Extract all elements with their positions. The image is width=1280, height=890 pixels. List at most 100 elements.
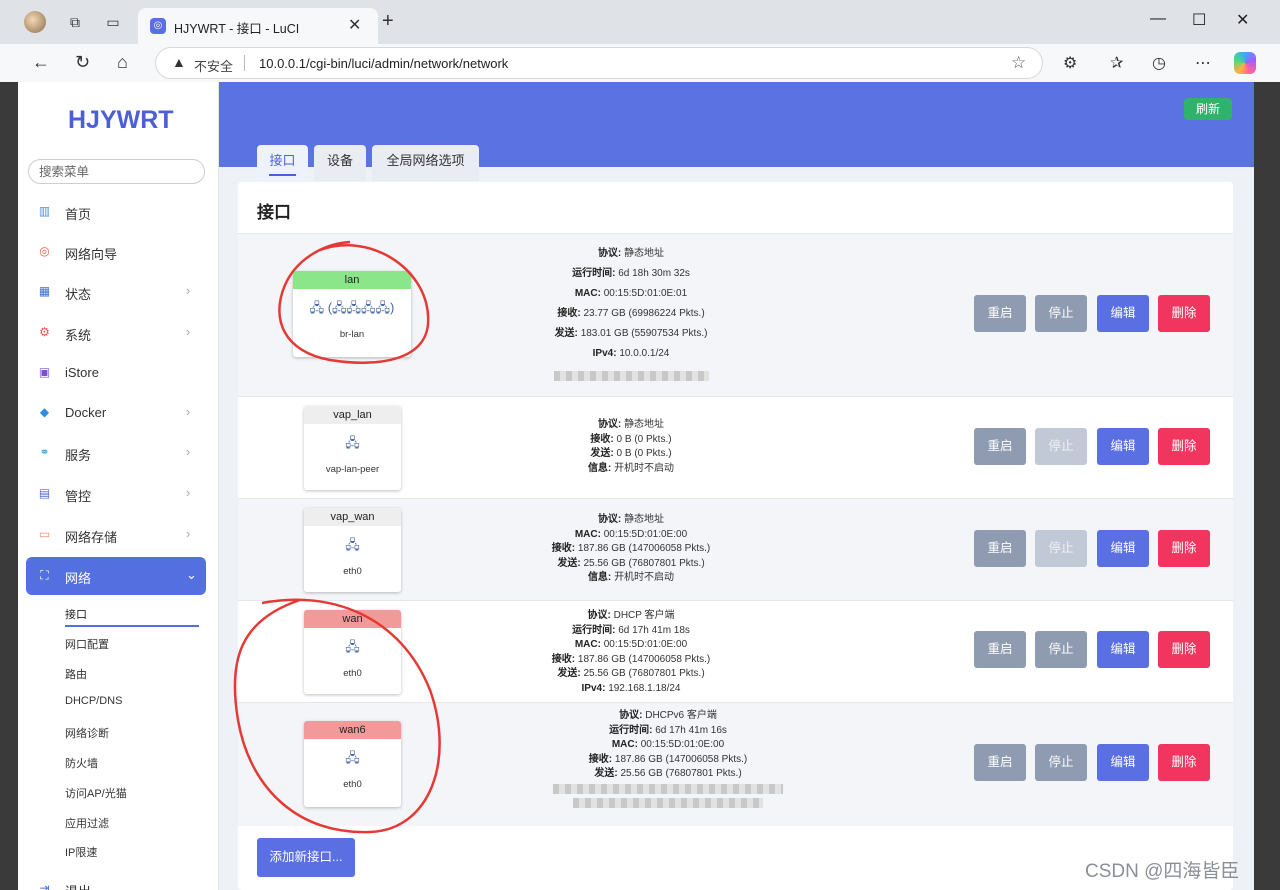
store-icon: ▣ bbox=[38, 365, 51, 379]
sidebar-item-9[interactable]: ⛶ 网络 ⌄ bbox=[26, 557, 206, 595]
brand-logo[interactable]: HJYWRT bbox=[68, 106, 174, 135]
insecure-label[interactable]: 不安全 bbox=[194, 56, 233, 75]
stop-button[interactable]: 停止 bbox=[1035, 631, 1087, 668]
docker-icon: ◆ bbox=[39, 405, 50, 419]
profile-avatar[interactable] bbox=[24, 11, 46, 33]
delete-button[interactable]: 删除 bbox=[1158, 530, 1210, 567]
stop-button[interactable]: 停止 bbox=[1035, 530, 1087, 567]
info-line: 发送: 0 B (0 Pkts.) bbox=[590, 448, 672, 459]
delete-button[interactable]: 删除 bbox=[1158, 295, 1210, 332]
info-line: 协议: 静态地址 bbox=[597, 514, 665, 525]
service-icon: ⚭ bbox=[39, 445, 50, 459]
minimize-icon[interactable]: — bbox=[1150, 10, 1166, 28]
stop-button[interactable]: 停止 bbox=[1035, 744, 1087, 781]
info-line: 接收: 187.86 GB (147006058 Pkts.) bbox=[588, 753, 748, 765]
sidebar-item-0[interactable]: ▥ 首页 bbox=[26, 193, 206, 231]
refresh-button[interactable]: 刷新 bbox=[1184, 98, 1232, 120]
restart-button[interactable]: 重启 bbox=[974, 530, 1026, 567]
edit-button[interactable]: 编辑 bbox=[1097, 744, 1149, 781]
stop-button[interactable]: 停止 bbox=[1035, 428, 1087, 465]
sidebar-item-label: 状态 bbox=[65, 287, 92, 302]
edit-button[interactable]: 编辑 bbox=[1097, 428, 1149, 465]
sidebar-item-8[interactable]: ▭ 网络存储 › bbox=[26, 516, 206, 554]
sidebar-item-label: 网络存储 bbox=[65, 530, 118, 545]
delete-button[interactable]: 删除 bbox=[1158, 428, 1210, 465]
sub-item-0[interactable]: 接口 bbox=[65, 606, 87, 622]
sidebar-item-3[interactable]: ⚙ 系统 › bbox=[26, 314, 206, 352]
interface-name: lan bbox=[293, 271, 411, 289]
edit-button[interactable]: 编辑 bbox=[1097, 295, 1149, 332]
sub-item-8[interactable]: IP限速 bbox=[65, 844, 97, 860]
url-field[interactable]: ▲ 不安全 10.0.0.1/cgi-bin/luci/admin/networ… bbox=[155, 47, 1043, 79]
interface-badge[interactable]: vap_wan 🖧 eth0 bbox=[304, 508, 401, 592]
sidebar-item-5[interactable]: ◆ Docker › bbox=[26, 394, 206, 432]
sidebar-item-6[interactable]: ⚭ 服务 › bbox=[26, 434, 206, 472]
interface-badge[interactable]: lan 🖧 (🖧🖧🖧🖧) br-lan bbox=[293, 271, 411, 357]
tab-close-icon[interactable]: ✕ bbox=[348, 15, 361, 35]
warning-icon[interactable]: ▲ bbox=[172, 54, 186, 70]
tab-interfaces[interactable]: 接口 bbox=[257, 145, 308, 181]
workspaces-icon[interactable]: ⧉ bbox=[66, 13, 84, 31]
favorite-star-icon[interactable]: ☆ bbox=[1011, 53, 1026, 73]
url-text[interactable]: 10.0.0.1/cgi-bin/luci/admin/network/netw… bbox=[259, 56, 508, 71]
reload-icon[interactable]: ↻ bbox=[75, 52, 90, 73]
maximize-icon[interactable]: ☐ bbox=[1192, 10, 1206, 30]
table-row: wan 🖧 eth0 协议: DHCP 客户端 运行时间: 6d 17h 41m … bbox=[238, 600, 1233, 702]
sidebar-item-label: Docker bbox=[65, 405, 107, 420]
section-title: 接口 bbox=[257, 203, 291, 222]
interface-badge[interactable]: wan6 🖧 eth0 bbox=[304, 721, 401, 807]
interface-name: wan bbox=[304, 610, 401, 628]
restart-button[interactable]: 重启 bbox=[974, 295, 1026, 332]
interface-device: br-lan bbox=[339, 329, 365, 340]
window-close-icon[interactable]: ✕ bbox=[1236, 10, 1249, 30]
stop-button[interactable]: 停止 bbox=[1035, 295, 1087, 332]
sidebar-item-logout[interactable]: ⇥ 退出 bbox=[26, 870, 206, 890]
interface-info: 协议: 静态地址 运行时间: 6d 18h 30m 32s MAC: 00:15:5… bbox=[501, 244, 761, 387]
menu-search-input[interactable] bbox=[28, 159, 205, 184]
sub-item-5[interactable]: 防火墙 bbox=[65, 755, 98, 771]
extensions-icon[interactable]: ⚙ bbox=[1063, 53, 1077, 73]
edit-button[interactable]: 编辑 bbox=[1097, 631, 1149, 668]
home-icon[interactable]: ⌂ bbox=[117, 52, 128, 73]
sidebar-item-2[interactable]: ▦ 状态 › bbox=[26, 273, 206, 311]
delete-button[interactable]: 删除 bbox=[1158, 631, 1210, 668]
copilot-icon[interactable] bbox=[1234, 52, 1256, 74]
browser-tab-active[interactable]: ◎ HJYWRT - 接口 - LuCI ✕ bbox=[138, 8, 378, 44]
sub-item-3[interactable]: DHCP/DNS bbox=[65, 695, 122, 707]
active-sub-underline bbox=[65, 625, 199, 627]
tab-devices[interactable]: 设备 bbox=[314, 145, 366, 181]
history-icon[interactable]: ◷ bbox=[1152, 53, 1166, 73]
info-line: 发送: 25.56 GB (76807801 Pkts.) bbox=[594, 768, 742, 779]
new-tab-button[interactable]: + bbox=[382, 10, 394, 33]
more-menu-icon[interactable]: ⋯ bbox=[1195, 53, 1211, 73]
sidebar-item-1[interactable]: ◎ 网络向导 bbox=[26, 233, 206, 271]
tab-actions-icon[interactable]: ▭ bbox=[104, 13, 122, 31]
browser-address-bar: ← ↻ ⌂ ▲ 不安全 10.0.0.1/cgi-bin/luci/admin/… bbox=[0, 44, 1280, 82]
edit-button[interactable]: 编辑 bbox=[1097, 530, 1149, 567]
add-interface-button[interactable]: 添加新接口... bbox=[257, 838, 355, 877]
sub-item-1[interactable]: 网口配置 bbox=[65, 636, 109, 652]
sidebar-item-4[interactable]: ▣ iStore bbox=[26, 354, 206, 392]
restart-button[interactable]: 重启 bbox=[974, 631, 1026, 668]
control-icon: ▤ bbox=[38, 486, 51, 500]
info-line: IPv4: 192.168.1.18/24 bbox=[581, 682, 681, 694]
sub-item-6[interactable]: 访问AP/光猫 bbox=[65, 785, 127, 801]
restart-button[interactable]: 重启 bbox=[974, 428, 1026, 465]
info-line: 运行时间: 6d 18h 30m 32s bbox=[572, 268, 690, 279]
delete-button[interactable]: 删除 bbox=[1158, 744, 1210, 781]
interface-device: eth0 bbox=[343, 566, 362, 577]
sub-item-2[interactable]: 路由 bbox=[65, 666, 87, 682]
sidebar-item-label: 退出 bbox=[65, 881, 91, 890]
sub-item-4[interactable]: 网络诊断 bbox=[65, 725, 109, 741]
sidebar-item-7[interactable]: ▤ 管控 › bbox=[26, 475, 206, 513]
info-line: 接收: 187.86 GB (147006058 Pkts.) bbox=[551, 653, 711, 665]
tab-global-options[interactable]: 全局网络选项 bbox=[372, 145, 479, 181]
interface-badge[interactable]: wan 🖧 eth0 bbox=[304, 610, 401, 694]
back-arrow-icon[interactable]: ← bbox=[32, 52, 50, 73]
restart-button[interactable]: 重启 bbox=[974, 744, 1026, 781]
sub-item-7[interactable]: 应用过滤 bbox=[65, 815, 109, 831]
luci-favicon-icon: ◎ bbox=[150, 18, 166, 34]
interface-badge[interactable]: vap_lan 🖧 vap-lan-peer bbox=[304, 406, 401, 490]
chevron-right-icon: › bbox=[186, 526, 191, 541]
favorites-icon[interactable]: ✰ bbox=[1110, 53, 1123, 73]
